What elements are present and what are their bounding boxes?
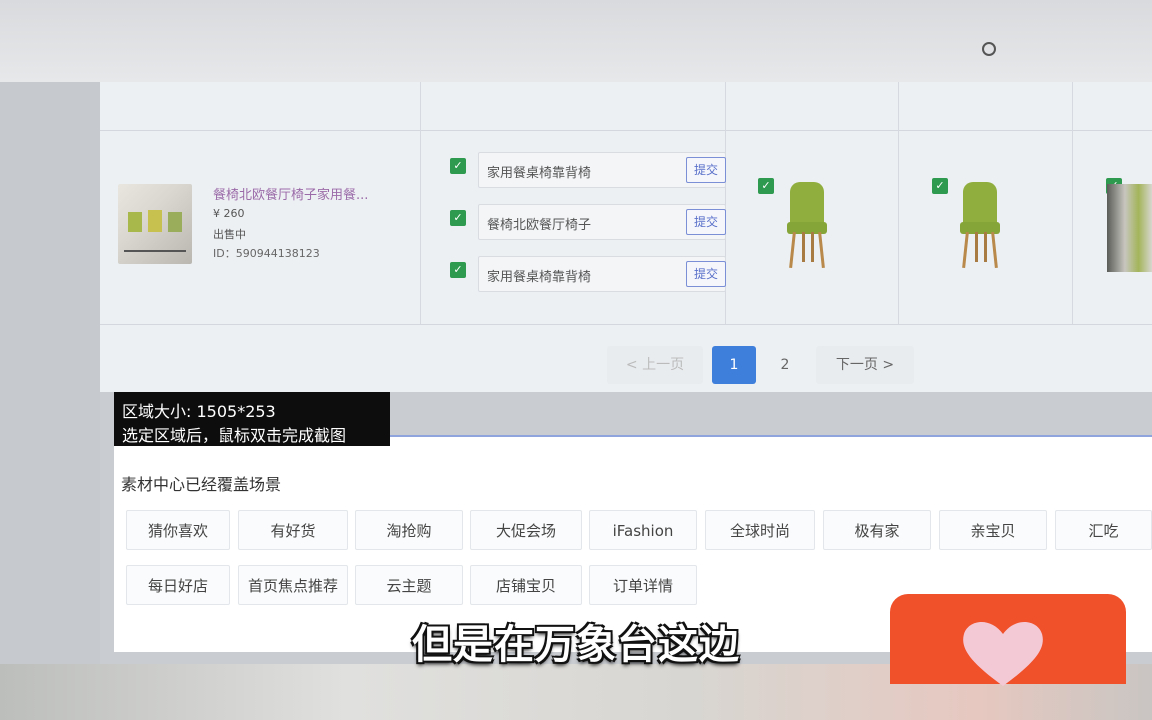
left-margin (0, 82, 100, 672)
scene-tag[interactable]: 淘抢购 (355, 510, 463, 550)
scene-tag[interactable]: 云主题 (355, 565, 463, 605)
browser-top-band (0, 0, 1152, 82)
check-icon[interactable]: ✓ (758, 178, 774, 194)
scene-tag[interactable]: 亲宝贝 (939, 510, 1047, 550)
scene-tag[interactable]: 猜你喜欢 (126, 510, 230, 550)
region-size-label: 区域大小: 1505*253 (122, 402, 276, 421)
product-status: 出售中 (213, 228, 246, 241)
scene-panel-title: 素材中心已经覆盖场景 (121, 475, 282, 494)
check-icon[interactable]: ✓ (450, 210, 466, 226)
scene-tag[interactable]: 全球时尚 (705, 510, 815, 550)
search-icon[interactable] (982, 42, 996, 56)
scene-tag[interactable]: 汇吃 (1055, 510, 1152, 550)
screenshot-hint: 选定区域后，鼠标双击完成截图 (122, 426, 347, 445)
chair-image[interactable] (782, 182, 832, 272)
column-divider (898, 82, 899, 324)
tag-text: 餐椅北欧餐厅椅子 (487, 218, 592, 233)
column-divider (420, 82, 421, 324)
scene-tag[interactable]: iFashion (589, 510, 697, 550)
check-icon[interactable]: ✓ (450, 158, 466, 174)
scene-tag[interactable]: 首页焦点推荐 (238, 565, 348, 605)
row-divider (100, 130, 1152, 131)
tag-text: 家用餐桌椅靠背椅 (487, 166, 592, 181)
prev-page-button[interactable]: < 上一页 (607, 346, 703, 384)
product-title-link[interactable]: 餐椅北欧餐厅椅子家用餐... (213, 184, 368, 203)
check-icon[interactable]: ✓ (932, 178, 948, 194)
scene-tag[interactable]: 大促会场 (470, 510, 582, 550)
check-icon[interactable]: ✓ (450, 262, 466, 278)
scene-image[interactable] (1107, 184, 1152, 272)
screenshot-tooltip: 区域大小: 1505*253 选定区域后，鼠标双击完成截图 (114, 392, 390, 446)
submit-button[interactable]: 提交 (686, 261, 726, 287)
product-price: ¥ 260 (213, 207, 245, 220)
next-page-button[interactable]: 下一页 > (816, 346, 914, 384)
product-thumbnail[interactable] (118, 184, 192, 264)
tag-text: 家用餐桌椅靠背椅 (487, 270, 592, 285)
column-divider (1072, 82, 1073, 324)
submit-button[interactable]: 提交 (686, 157, 726, 183)
scene-tag[interactable]: 每日好店 (126, 565, 230, 605)
scene-tag[interactable]: 店铺宝贝 (470, 565, 582, 605)
row-divider (100, 324, 1152, 325)
scene-tag[interactable]: 订单详情 (589, 565, 697, 605)
page-1-button[interactable]: 1 (712, 346, 756, 384)
product-id: ID：590944138123 (213, 247, 320, 260)
product-table: 餐椅北欧餐厅椅子家用餐... ¥ 260 出售中 ID：590944138123… (100, 82, 1152, 392)
chair-image[interactable] (955, 182, 1005, 272)
page-2-button[interactable]: 2 (765, 346, 805, 384)
video-caption: 但是在万象台这边 (412, 622, 740, 668)
scene-tag[interactable]: 有好货 (238, 510, 348, 550)
submit-button[interactable]: 提交 (686, 209, 726, 235)
scene-tag[interactable]: 极有家 (823, 510, 931, 550)
previous-row-remnant (450, 76, 724, 88)
